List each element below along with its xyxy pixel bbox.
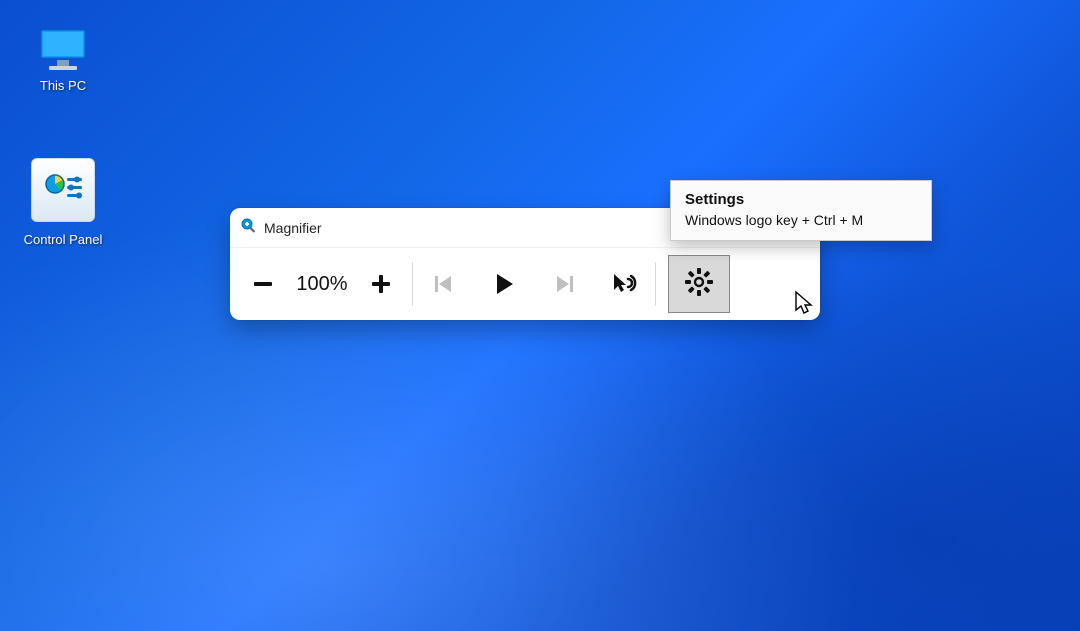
tooltip-title: Settings xyxy=(685,191,917,208)
zoom-out-button[interactable] xyxy=(238,252,288,316)
zoom-in-button[interactable] xyxy=(356,252,406,316)
desktop-icon-label: This PC xyxy=(40,78,86,93)
read-cursor-button[interactable] xyxy=(599,252,649,316)
monitor-icon xyxy=(35,26,91,74)
desktop-icon-control-panel[interactable]: Control Panel xyxy=(18,158,108,247)
divider xyxy=(655,262,656,306)
settings-tooltip: Settings Windows logo key + Ctrl + M xyxy=(670,180,932,241)
control-panel-icon xyxy=(31,158,95,222)
divider xyxy=(412,262,413,306)
previous-button[interactable] xyxy=(419,252,469,316)
cursor-icon xyxy=(794,290,816,321)
settings-button[interactable] xyxy=(668,255,730,313)
window-title: Magnifier xyxy=(264,220,322,236)
next-button[interactable] xyxy=(539,252,589,316)
tooltip-body: Windows logo key + Ctrl + M xyxy=(685,212,917,228)
desktop-icon-this-pc[interactable]: This PC xyxy=(18,26,108,93)
desktop-icon-label: Control Panel xyxy=(24,232,103,247)
play-button[interactable] xyxy=(469,252,539,316)
zoom-level: 100% xyxy=(288,273,356,296)
toolbar: 100% xyxy=(230,248,820,320)
gear-icon xyxy=(684,267,714,302)
magnifier-icon xyxy=(240,216,258,239)
